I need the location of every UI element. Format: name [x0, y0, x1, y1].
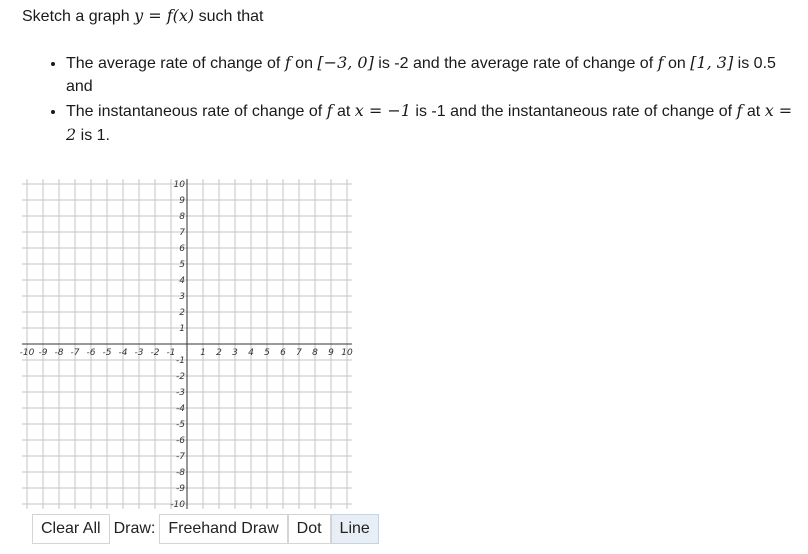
- condition-text: at: [742, 103, 765, 120]
- y-tick-label: 6: [179, 244, 185, 254]
- condition-text: The average rate of change of: [66, 55, 285, 72]
- condition-text: is -1 and the instantaneous rate of chan…: [410, 103, 737, 120]
- x-tick-label: -8: [55, 348, 64, 358]
- x-tick-label: 3: [232, 348, 238, 358]
- y-tick-label: -5: [176, 420, 185, 430]
- question-prompt: Sketch a graph y = f(x) such that: [22, 5, 264, 28]
- x-tick-label: 7: [296, 348, 302, 358]
- line-tool-button[interactable]: Line: [330, 514, 379, 544]
- y-tick-label: -8: [176, 468, 185, 478]
- y-tick-label: 5: [179, 260, 185, 270]
- y-tick-label: 10: [174, 180, 186, 190]
- x-tick-label: 4: [248, 348, 254, 358]
- y-tick-label: 8: [179, 212, 185, 222]
- x-tick-label: -5: [103, 348, 112, 358]
- condition-text: at: [332, 103, 355, 120]
- condition-text: The instantaneous rate of change of: [66, 103, 327, 120]
- y-tick-label: 9: [179, 196, 185, 206]
- x-tick-label: 6: [280, 348, 286, 358]
- y-tick-label: -10: [170, 500, 185, 510]
- condition-text: is -2 and the average rate of change of: [373, 55, 658, 72]
- y-tick-label: -9: [176, 484, 185, 494]
- x-tick-label: 5: [264, 348, 270, 358]
- y-tick-label: -6: [176, 436, 185, 446]
- y-tick-label: 1: [179, 324, 185, 334]
- condition-math: x = −1: [354, 101, 411, 120]
- y-tick-label: -2: [176, 372, 185, 382]
- x-tick-label: -1: [167, 348, 176, 358]
- x-tick-label: -2: [151, 348, 160, 358]
- x-tick-label: -10: [20, 348, 35, 358]
- y-tick-label: 3: [179, 292, 185, 302]
- x-tick-label: -3: [135, 348, 144, 358]
- graph-canvas[interactable]: -10 -9 -8 -7 -6 -5 -4 -3 -2 -1 1 2 3 4 5 6 7 8 9 1010987654…: [20, 177, 356, 511]
- condition-average-rate: The average rate of change of f on [−3, …: [66, 51, 806, 98]
- draw-label: Draw:: [113, 520, 156, 537]
- condition-math: [−3, 0]: [317, 53, 374, 72]
- condition-text: on: [663, 55, 691, 72]
- x-tick-label: 1: [200, 348, 206, 358]
- draw-toolbar: Clear All Draw: Freehand Draw Dot Line: [32, 514, 379, 544]
- condition-text: is 1.: [76, 127, 110, 144]
- condition-math: [1, 3]: [690, 53, 734, 72]
- prompt-text-start: Sketch a graph: [22, 8, 135, 25]
- x-tick-label: 10: [341, 348, 353, 358]
- y-tick-label: 4: [179, 276, 185, 286]
- x-tick-label: -9: [39, 348, 48, 358]
- dot-tool-button[interactable]: Dot: [287, 514, 331, 544]
- condition-list: The average rate of change of f on [−3, …: [44, 51, 806, 148]
- x-tick-label: -7: [71, 348, 80, 358]
- y-tick-label: 7: [179, 228, 185, 238]
- x-tick-label: 9: [328, 348, 334, 358]
- y-tick-label: -3: [176, 388, 185, 398]
- y-tick-label: -4: [176, 404, 185, 414]
- y-tick-label: 2: [179, 308, 185, 318]
- condition-instantaneous-rate: The instantaneous rate of change of f at…: [66, 99, 806, 147]
- x-tick-label: -4: [119, 348, 128, 358]
- x-tick-label: -6: [87, 348, 96, 358]
- x-tick-label: 2: [216, 348, 222, 358]
- x-tick-label: 8: [312, 348, 318, 358]
- prompt-text-end: such that: [194, 8, 264, 25]
- prompt-math-function: y = f(x): [134, 6, 195, 25]
- freehand-draw-button[interactable]: Freehand Draw: [159, 514, 288, 544]
- condition-text: on: [290, 55, 318, 72]
- y-tick-label: -7: [176, 452, 185, 462]
- y-tick-label: -1: [176, 356, 185, 366]
- clear-all-button[interactable]: Clear All: [32, 514, 110, 544]
